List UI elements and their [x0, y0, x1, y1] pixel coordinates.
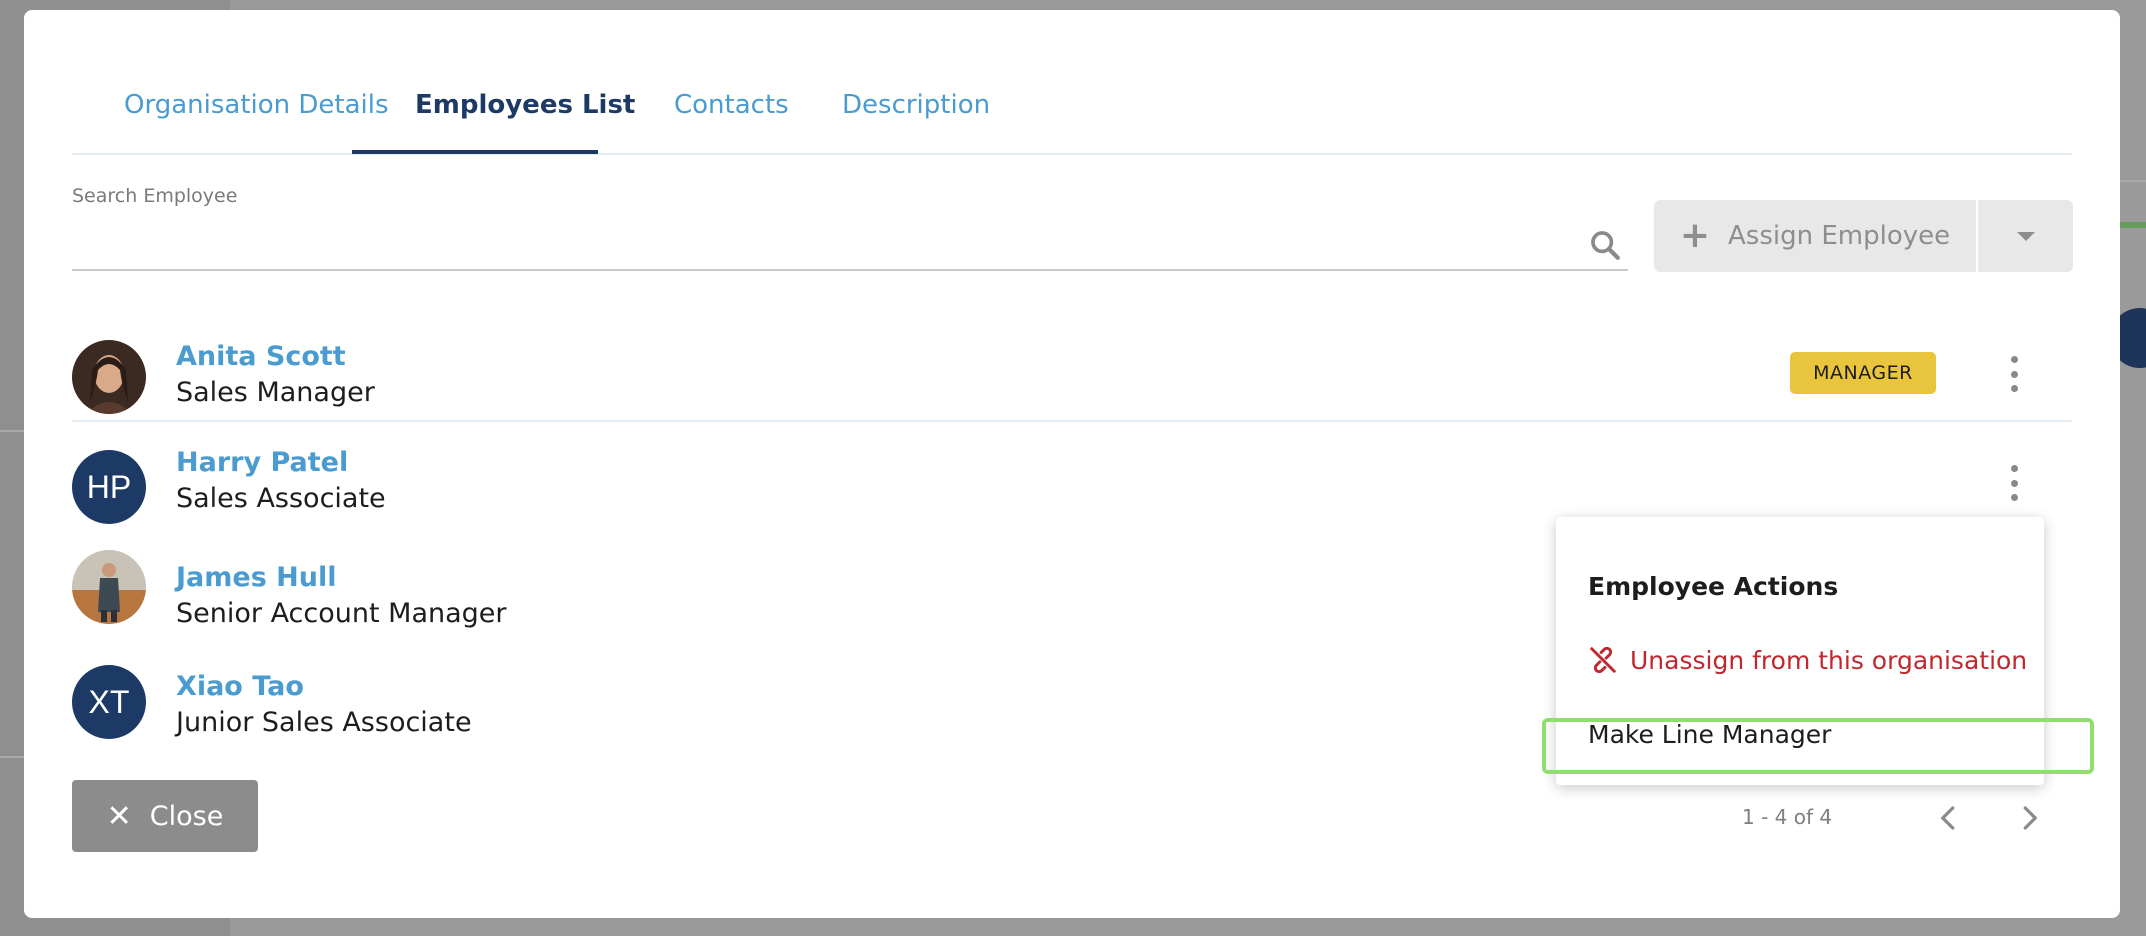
- caret-down-icon: [2016, 231, 2035, 241]
- employee-actions-menu: Employee Actions Unassign from this orga…: [1556, 517, 2044, 785]
- more-vertical-icon: [2010, 465, 2018, 472]
- employee-row: Anita Scott Sales Manager MANAGER: [72, 325, 2072, 422]
- tab-contacts[interactable]: Contacts: [674, 90, 789, 120]
- employee-actions-menu-button[interactable]: [2000, 356, 2028, 392]
- avatar: HP: [72, 450, 146, 524]
- tab-employees-list[interactable]: Employees List: [415, 90, 635, 120]
- employee-name[interactable]: Xiao Tao: [176, 671, 304, 702]
- employee-role: Junior Sales Associate: [176, 707, 472, 738]
- background-divider: [0, 430, 24, 432]
- unassign-label: Unassign from this organisation: [1630, 645, 2028, 675]
- assign-employee-group: + Assign Employee: [1654, 200, 2073, 272]
- background-divider: [0, 756, 24, 758]
- tab-description[interactable]: Description: [842, 90, 990, 120]
- close-button-label: Close: [149, 800, 224, 832]
- make-line-manager-menu-item[interactable]: Make Line Manager: [1588, 720, 1831, 749]
- employee-name[interactable]: James Hull: [176, 562, 337, 593]
- previous-page-icon[interactable]: [1934, 803, 1964, 833]
- pagination-range: 1 - 4 of 4: [1742, 805, 1833, 829]
- avatar: [72, 550, 146, 624]
- assign-employee-button[interactable]: + Assign Employee: [1654, 200, 1976, 272]
- employee-role: Sales Associate: [176, 483, 386, 514]
- unassign-menu-item[interactable]: Unassign from this organisation: [1588, 645, 2027, 675]
- employee-name[interactable]: Harry Patel: [176, 447, 348, 478]
- employee-role: Sales Manager: [176, 377, 375, 408]
- unlink-icon: [1590, 646, 1616, 674]
- assign-employee-dropdown-button[interactable]: [1978, 200, 2073, 272]
- employee-actions-menu-button[interactable]: [2000, 465, 2028, 501]
- tab-organisation-details[interactable]: Organisation Details: [124, 90, 389, 120]
- search-input[interactable]: [72, 215, 1628, 271]
- organisation-modal: Organisation Details Employees List Cont…: [24, 10, 2120, 918]
- employee-name[interactable]: Anita Scott: [176, 341, 346, 372]
- active-tab-indicator: [352, 150, 598, 154]
- more-vertical-icon: [2010, 356, 2018, 363]
- plus-icon: +: [1679, 215, 1711, 256]
- search-label: Search Employee: [72, 185, 238, 207]
- manager-badge: MANAGER: [1790, 352, 1936, 394]
- assign-employee-label: Assign Employee: [1728, 221, 1951, 251]
- search-icon[interactable]: [1588, 228, 1622, 262]
- tab-bar: Organisation Details Employees List Cont…: [72, 10, 2072, 155]
- background-divider: [2120, 180, 2146, 182]
- employee-role: Senior Account Manager: [176, 598, 507, 629]
- menu-title: Employee Actions: [1588, 572, 1839, 601]
- close-icon: ✕: [106, 798, 132, 834]
- avatar: XT: [72, 665, 146, 739]
- next-page-icon[interactable]: [2014, 803, 2044, 833]
- close-button[interactable]: ✕ Close: [72, 780, 258, 852]
- background-status-bar: [2116, 222, 2146, 228]
- avatar: [72, 340, 146, 414]
